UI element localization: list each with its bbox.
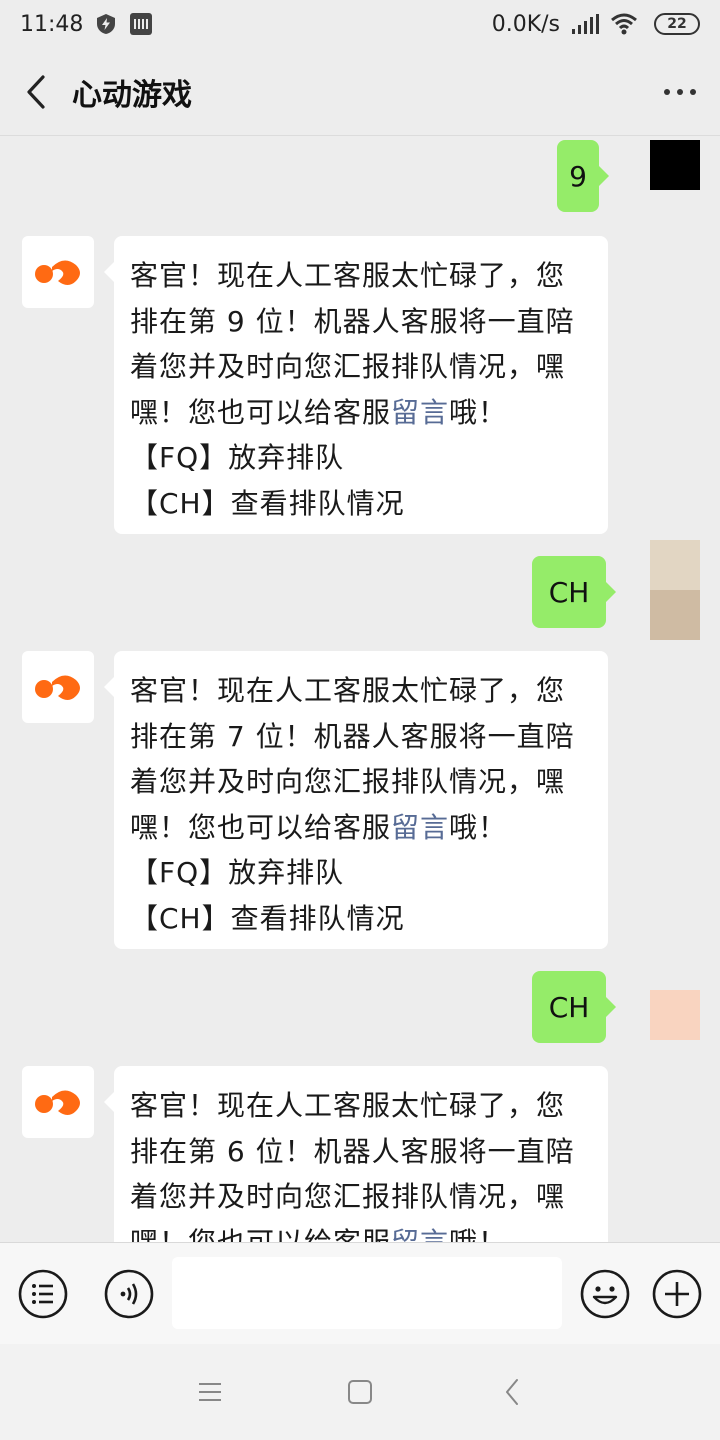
user-message-bubble[interactable]: CH [532, 971, 616, 1043]
status-bar: 11:48 0.0K/s 22 [0, 0, 720, 48]
message-input[interactable] [172, 1257, 562, 1329]
message-text: 9 [569, 159, 587, 193]
message-line-last: 嘿！您也可以给客服留言哦！ [130, 805, 592, 851]
message-line: 客官！现在人工客服太忙碌了，您 [130, 259, 566, 292]
nav-home-button[interactable] [336, 1368, 384, 1416]
bot-avatar[interactable] [22, 651, 94, 723]
input-bar [0, 1242, 720, 1344]
message-line: 着您并及时向您汇报排队情况，嘿 [130, 765, 566, 798]
option-give-up-queue: 【FQ】放弃排队 [130, 441, 345, 474]
bot-message-bubble[interactable]: 客官！现在人工客服太忙碌了，您 排在第 9 位！机器人客服将一直陪 着您并及时向… [104, 236, 608, 534]
xd-logo-icon [35, 1090, 80, 1115]
message-line: 客官！现在人工客服太忙碌了，您 [130, 674, 566, 707]
voice-button[interactable] [104, 1269, 154, 1319]
message-line: 着您并及时向您汇报排队情况，嘿 [130, 1180, 566, 1213]
chevron-left-icon [506, 1379, 518, 1405]
message-text: CH [548, 575, 590, 609]
wifi-icon [610, 13, 638, 35]
chevron-left-icon [27, 74, 45, 109]
message-line: 排在第 6 位！机器人客服将一直陪 [130, 1134, 575, 1168]
bot-message-bubble[interactable]: 客官！现在人工客服太忙碌了，您 排在第 6 位！机器人客服将一直陪 着您并及时向… [104, 1066, 608, 1243]
nav-back-button[interactable] [488, 1368, 536, 1416]
status-time: 11:48 [20, 11, 84, 37]
user-message-bubble[interactable]: CH [532, 556, 616, 628]
message-line: 排在第 9 位！机器人客服将一直陪 [130, 304, 575, 338]
user-avatar[interactable] [650, 540, 700, 640]
option-give-up-queue: 【FQ】放弃排队 [130, 856, 345, 889]
message-text: 哦！ [449, 1225, 508, 1243]
status-right: 0.0K/s 22 [492, 12, 700, 37]
net-speed: 0.0K/s [491, 11, 560, 37]
leave-message-link[interactable]: 留言 [391, 1226, 449, 1243]
option-check-queue: 【CH】查看排队情况 [130, 901, 405, 935]
leave-message-link[interactable]: 留言 [391, 811, 449, 844]
back-button[interactable] [0, 48, 72, 136]
title-bar: 心动游戏 [0, 48, 720, 136]
voice-icon [104, 1269, 154, 1319]
more-dots-icon [664, 88, 696, 95]
emoji-icon [580, 1269, 630, 1319]
message-text: 嘿！您也可以给客服 [130, 810, 392, 844]
bot-avatar[interactable] [22, 1066, 94, 1138]
message-text: 嘿！您也可以给客服 [130, 395, 392, 429]
user-avatar[interactable] [650, 140, 700, 190]
message-list[interactable]: 9 客官！现在人工客服太忙碌了，您 排在第 9 位！机器人客服将一直陪 着您并及… [0, 136, 720, 1242]
option-check-queue: 【CH】查看排队情况 [130, 486, 405, 520]
add-button[interactable] [652, 1269, 702, 1319]
message-text: 哦！ [449, 395, 508, 429]
user-message-bubble[interactable]: 9 [557, 140, 609, 212]
message-text: 嘿！您也可以给客服 [130, 1225, 392, 1243]
battery-icon: 22 [654, 13, 700, 35]
xd-logo-icon [35, 675, 80, 700]
message-text: 哦！ [449, 810, 508, 844]
flash-shield-icon [95, 13, 117, 35]
message-line: 排在第 7 位！机器人客服将一直陪 [130, 719, 575, 753]
menu-button[interactable] [18, 1269, 68, 1319]
menu-list-icon [18, 1269, 68, 1319]
chat-title: 心动游戏 [72, 77, 192, 113]
user-avatar[interactable] [650, 990, 700, 1040]
message-line-last: 嘿！您也可以给客服留言哦！ [130, 390, 592, 436]
more-button[interactable] [640, 48, 720, 136]
message-line: 着您并及时向您汇报排队情况，嘿 [130, 350, 566, 383]
emoji-button[interactable] [580, 1269, 630, 1319]
square-icon [348, 1380, 372, 1404]
bot-avatar[interactable] [22, 236, 94, 308]
status-left: 11:48 [20, 12, 153, 37]
bot-message-bubble[interactable]: 客官！现在人工客服太忙碌了，您 排在第 7 位！机器人客服将一直陪 着您并及时向… [104, 651, 608, 949]
hamburger-icon [199, 1383, 221, 1401]
leave-message-link[interactable]: 留言 [391, 396, 449, 429]
message-line: 客官！现在人工客服太忙碌了，您 [130, 1089, 566, 1122]
plus-icon [652, 1269, 702, 1319]
signal-icon [570, 13, 600, 35]
nav-menu-button[interactable] [186, 1368, 234, 1416]
message-text: CH [548, 990, 590, 1024]
xd-logo-icon [35, 260, 80, 285]
mi-app-icon [129, 12, 153, 36]
message-line-last: 嘿！您也可以给客服留言哦！ [130, 1220, 592, 1243]
system-nav-bar [0, 1344, 720, 1440]
